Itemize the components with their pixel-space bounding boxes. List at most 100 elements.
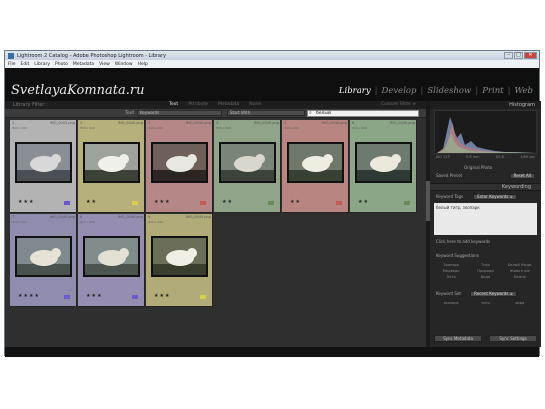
suggestion-item[interactable]: Камни [503, 275, 537, 279]
click-to-add-label[interactable]: Click here to add keywords [436, 239, 490, 244]
module-picker: Library | Develop | Slideshow | Print | … [339, 86, 533, 96]
star-rating[interactable]: ★★★ [86, 293, 102, 299]
keyword-set-item[interactable]: зоопарк [434, 301, 468, 305]
keyword-set-item[interactable]: тигр [468, 301, 502, 305]
color-label-badge[interactable] [336, 201, 342, 205]
star-rating[interactable]: ★★★ [154, 293, 170, 299]
thumbnail-cell[interactable]: 7 IMG_0045.png 800 x 600 ★★★★ [10, 214, 77, 307]
thumbnail-cell[interactable]: 4 IMG_0045.png 800 x 600 ★★ [214, 120, 281, 213]
color-label-badge[interactable] [64, 295, 70, 299]
histogram-graph [437, 117, 535, 153]
sync-settings-button[interactable]: Sync Settings [489, 335, 537, 342]
color-label-badge[interactable] [404, 201, 410, 205]
thumbnail-image[interactable] [287, 142, 344, 183]
iso-readout: ISO 125 [436, 155, 450, 159]
field-select[interactable]: Keywords [137, 110, 222, 116]
module-develop[interactable]: Develop [382, 86, 417, 96]
thumbnail-meta: 1 IMG_0003.png [12, 121, 75, 125]
thumbnail-cell[interactable]: 1 IMG_0003.png 800 x 600 ★★★ [10, 120, 77, 213]
menu-help[interactable]: Help [138, 62, 148, 67]
menu-file[interactable]: File [8, 62, 16, 67]
keyword-set-select[interactable]: Recent Keywords ≑ [470, 291, 517, 297]
menu-photo[interactable]: Photo [55, 62, 68, 67]
rule-select[interactable]: Start With [227, 110, 305, 116]
thumbnail-image[interactable] [151, 236, 208, 277]
star-rating[interactable]: ★★ [222, 199, 233, 205]
menu-library[interactable]: Library [34, 62, 50, 67]
suggestion-item[interactable]: Природа [468, 269, 502, 273]
library-filter-header: Library Filter : Text Attribute Metadata… [5, 101, 426, 109]
reset-all-button[interactable]: Reset All [509, 173, 535, 179]
module-print[interactable]: Print [482, 86, 503, 96]
close-button[interactable]: ✕ [524, 52, 537, 59]
tab-attribute[interactable]: Attribute [188, 102, 208, 107]
suggestion-item[interactable]: Белый Медв. [503, 263, 537, 267]
thumbnail-cell[interactable]: 9 IMG_0045.png 800 x 600 ★★★ [146, 214, 213, 307]
color-label-badge[interactable] [64, 201, 70, 205]
thumbnail-image[interactable] [355, 142, 412, 183]
sync-buttons: Sync Metadata Sync Settings [434, 335, 537, 342]
menu-view[interactable]: View [99, 62, 110, 67]
menu-metadata[interactable]: Metadata [73, 62, 94, 67]
keyword-text-area[interactable]: белый тигр, зоопарк [434, 203, 537, 235]
star-rating[interactable]: ★★ [86, 199, 97, 205]
thumbnail-filename: IMG_0045.png [389, 121, 415, 125]
suggestion-item[interactable]: Медведь [434, 269, 468, 273]
color-label-badge[interactable] [268, 201, 274, 205]
suggestion-item[interactable]: Животные [503, 269, 537, 273]
tab-metadata[interactable]: Metadata [218, 102, 239, 107]
maximize-button[interactable]: □ [514, 52, 523, 59]
thumbnail-image[interactable] [15, 142, 72, 183]
tab-text[interactable]: Text [169, 102, 178, 107]
thumbnail-index: 3 [148, 121, 151, 125]
keywording-header[interactable]: Keywording [430, 183, 541, 191]
photo-art [357, 144, 410, 181]
keyword-set-item[interactable]: вода [503, 301, 537, 305]
thumbnail-image[interactable] [15, 236, 72, 277]
sync-metadata-button[interactable]: Sync Metadata [434, 335, 482, 342]
thumbnail-image[interactable] [219, 142, 276, 183]
thumbnail-cell[interactable]: 5 IMG_0045.png 800 x 600 ★★ [282, 120, 349, 213]
histogram-header[interactable]: Histogram [430, 101, 541, 109]
thumbnail-cell[interactable]: 8 IMG_0045.png 800 x 600 ★★★ [78, 214, 145, 307]
module-web[interactable]: Web [514, 86, 533, 96]
keyword-set-row: Keyword Set Recent Keywords ≑ [434, 291, 537, 298]
menu-edit[interactable]: Edit [21, 62, 30, 67]
module-slideshow[interactable]: Slideshow [427, 86, 471, 96]
star-rating[interactable]: ★★ [358, 199, 369, 205]
thumbnail-filename: IMG_0045.png [117, 121, 143, 125]
thumbnail-image[interactable] [83, 236, 140, 277]
star-rating[interactable]: ★★ [290, 199, 301, 205]
thumbnail-filename: IMG_0045.png [253, 121, 279, 125]
search-input[interactable]: ⌕ белый [307, 110, 419, 117]
color-label-badge[interactable] [200, 201, 206, 205]
suggestion-item[interactable]: Вода [468, 275, 502, 279]
photo-art [221, 144, 274, 181]
star-rating[interactable]: ★★★ [154, 199, 170, 205]
keyword-tags-select[interactable]: Enter Keywords ≑ [473, 194, 517, 200]
thumbnail-filename: IMG_0045.png [185, 215, 211, 219]
focal-readout: 5.8 mm [466, 155, 480, 159]
star-rating[interactable]: ★★★ [18, 199, 34, 205]
star-rating[interactable]: ★★★★ [18, 293, 40, 299]
tab-none[interactable]: None [249, 102, 261, 107]
thumbnail-cell[interactable]: 2 IMG_0045.png 800 x 600 ★★ [78, 120, 145, 213]
color-label-badge[interactable] [132, 295, 138, 299]
menu-window[interactable]: Window [115, 62, 133, 67]
module-separator: | [420, 86, 424, 96]
thumbnail-cell[interactable]: 3 IMG_0045.png 800 x 600 ★★★ [146, 120, 213, 213]
click-to-add-row[interactable]: Click here to add keywords [434, 239, 537, 246]
custom-filter-select[interactable]: Custom Filter ≑ [381, 102, 416, 107]
thumbnail-cell[interactable]: 6 IMG_0045.png 800 x 600 ★★ [350, 120, 417, 213]
suggestion-item[interactable]: Тигр [468, 263, 502, 267]
thumbnail-meta: 4 IMG_0045.png [216, 121, 279, 125]
suggestion-item[interactable]: Лето [434, 275, 468, 279]
thumbnail-image[interactable] [151, 142, 208, 183]
module-library[interactable]: Library [339, 86, 371, 96]
thumbnail-image[interactable] [83, 142, 140, 183]
minimize-button[interactable]: – [504, 52, 513, 59]
photo-art [17, 238, 70, 275]
suggestion-item[interactable]: Зоопарк [434, 263, 468, 267]
color-label-badge[interactable] [132, 201, 138, 205]
color-label-badge[interactable] [200, 295, 206, 299]
